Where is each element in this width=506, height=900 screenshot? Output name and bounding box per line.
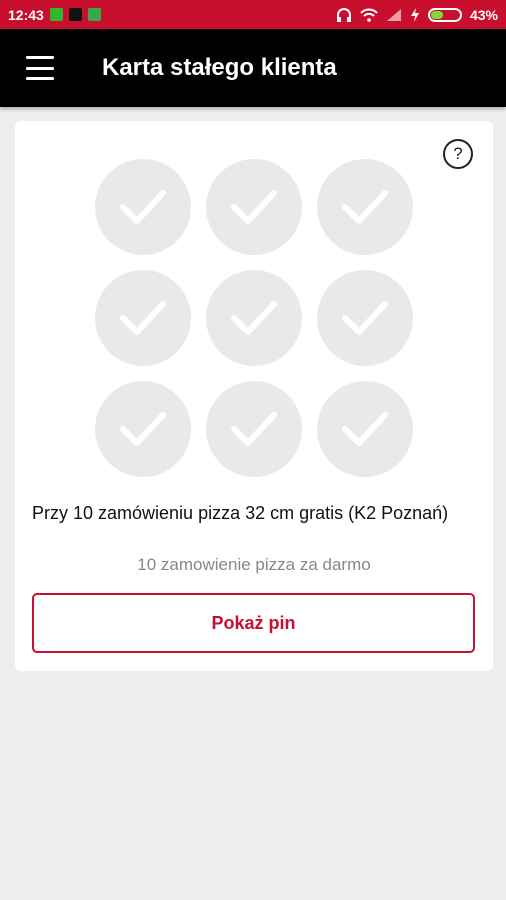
check-icon <box>231 412 277 446</box>
stamp-slot <box>206 159 302 255</box>
check-icon <box>342 301 388 335</box>
notification-icon-2 <box>87 8 101 21</box>
wifi-icon <box>360 8 378 22</box>
stamp-slot <box>206 270 302 366</box>
check-icon <box>231 301 277 335</box>
check-icon <box>120 190 166 224</box>
stamp-slot <box>317 159 413 255</box>
reward-note: 10 zamowienie pizza za darmo <box>137 555 371 574</box>
battery-percent: 43% <box>469 6 498 23</box>
status-time: 12:43 <box>8 6 44 23</box>
stamp-slot <box>317 381 413 477</box>
battery-icon <box>427 7 462 22</box>
check-icon <box>342 412 388 446</box>
hamburger-menu-icon[interactable] <box>26 56 54 80</box>
signal-icon <box>386 8 401 21</box>
show-pin-button[interactable]: Pokaż pin <box>32 593 475 653</box>
charging-icon <box>410 7 419 22</box>
notification-icon <box>49 8 63 21</box>
headphones-icon <box>336 7 351 22</box>
status-icons: 43% <box>336 0 498 29</box>
check-icon <box>342 190 388 224</box>
status-bar: 12:43 43% <box>0 0 506 29</box>
app-bar: Karta stałego klienta <box>0 29 506 107</box>
stamp-grid <box>95 159 415 479</box>
stamp-slot <box>206 381 302 477</box>
page-title: Karta stałego klienta <box>102 54 337 81</box>
check-icon <box>231 190 277 224</box>
check-icon <box>120 301 166 335</box>
help-icon[interactable]: ? <box>443 139 473 169</box>
stamp-slot <box>95 381 191 477</box>
stamp-slot <box>95 270 191 366</box>
a-icon <box>68 8 82 21</box>
stamp-slot <box>317 270 413 366</box>
stamp-slot <box>95 159 191 255</box>
check-icon <box>120 412 166 446</box>
loyalty-card: ? Przy 10 zamówieniu pizza 32 cm gratis … <box>15 121 493 671</box>
reward-description: Przy 10 zamówieniu pizza 32 cm gratis (K… <box>32 503 449 523</box>
